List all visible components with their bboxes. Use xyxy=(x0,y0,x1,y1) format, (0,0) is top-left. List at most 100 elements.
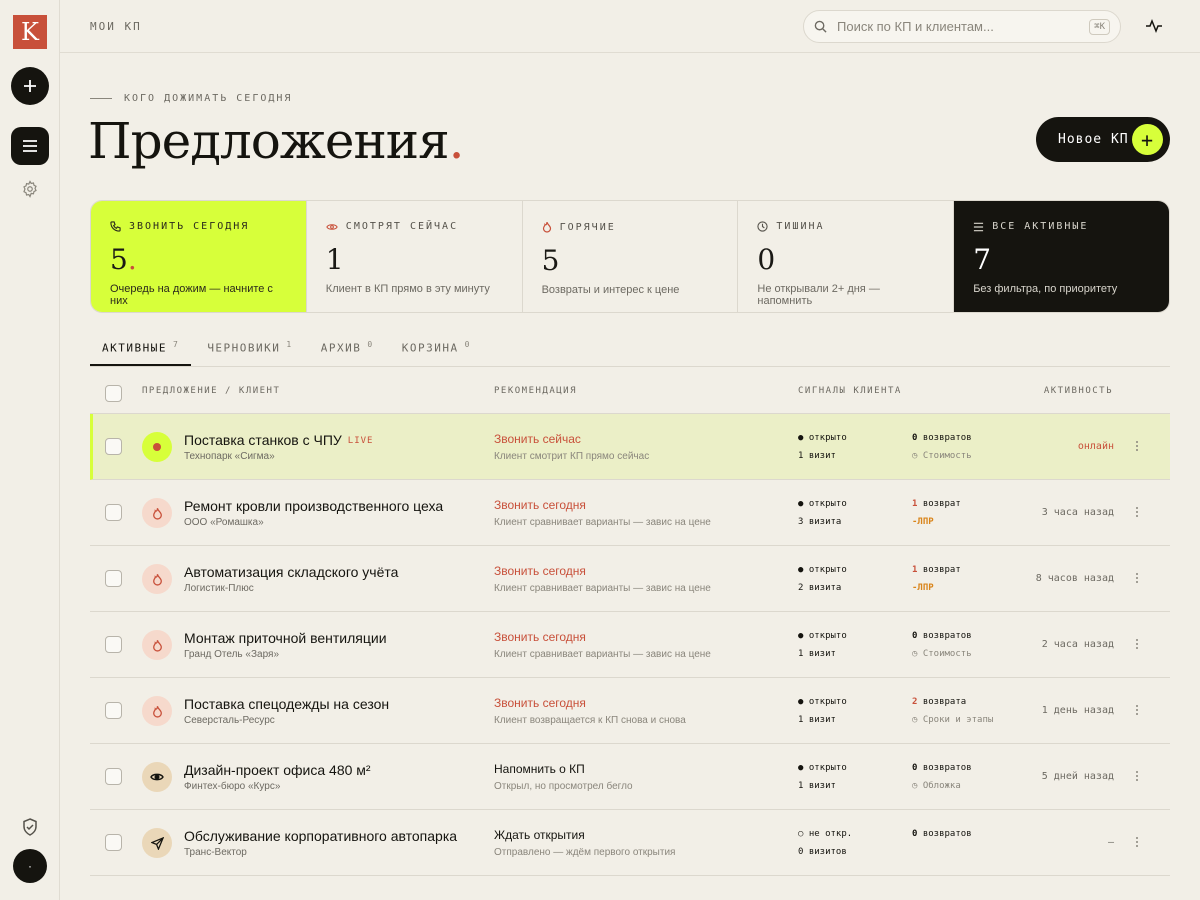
search-box[interactable]: ⌘K xyxy=(803,10,1121,43)
settings-button[interactable] xyxy=(11,170,49,208)
more-menu-icon[interactable] xyxy=(1129,700,1145,720)
open-status: ● открыто xyxy=(798,433,847,443)
plus-icon: + xyxy=(1132,124,1163,155)
row-checkbox[interactable] xyxy=(105,438,122,455)
stat-description: Возвраты и интерес к цене xyxy=(541,284,680,296)
new-proposal-label: Новое КП xyxy=(1058,132,1129,147)
search-input[interactable] xyxy=(837,19,1090,34)
open-status: ● открыто xyxy=(798,697,847,707)
tab-drafts[interactable]: ЧЕРНОВИКИ 1 xyxy=(195,330,304,366)
proposal-title-text: Ремонт кровли производственного цеха xyxy=(184,498,444,514)
return-count: 1 возврат xyxy=(912,565,961,575)
tab-label: АКТИВНЫЕ xyxy=(102,341,167,355)
page-title: Предложения. xyxy=(88,112,465,170)
return-label: возврат xyxy=(917,499,961,509)
breadcrumb[interactable]: МОИ КП xyxy=(90,20,142,33)
recommendation-detail: Клиент возвращается к КП снова и снова xyxy=(494,715,686,726)
column-header-recommendation[interactable]: РЕКОМЕНДАЦИЯ xyxy=(494,386,577,396)
more-menu-icon[interactable] xyxy=(1129,436,1145,456)
live-badge: LIVE xyxy=(347,436,374,446)
table-row[interactable]: Монтаж приточной вентиляции Гранд Отель «… xyxy=(90,612,1170,678)
proposal-title[interactable]: Обслуживание корпоративного автопарка xyxy=(184,828,457,844)
pulse-icon xyxy=(1146,18,1162,34)
row-checkbox[interactable] xyxy=(105,834,122,851)
stat-watching-now[interactable]: СМОТРЯТ СЕЙЧАС 1 Клиент в КП прямо в эту… xyxy=(306,201,523,312)
return-count: 0 возвратов xyxy=(912,763,972,773)
stat-all-active[interactable]: ВСЕ АКТИВНЫЕ 7 Без фильтра, по приоритет… xyxy=(954,201,1169,312)
open-status: ○ не откр. xyxy=(798,829,853,839)
menu-button[interactable] xyxy=(11,127,49,165)
row-checkbox[interactable] xyxy=(105,702,122,719)
table-header: ПРЕДЛОЖЕНИЕ / КЛИЕНТ РЕКОМЕНДАЦИЯ СИГНАЛ… xyxy=(90,367,1170,414)
add-button[interactable] xyxy=(11,67,49,105)
column-header-activity[interactable]: АКТИВНОСТЬ xyxy=(1044,386,1113,396)
recommendation: Звонить сегодня xyxy=(494,630,586,644)
row-checkbox[interactable] xyxy=(105,636,122,653)
fire-icon xyxy=(142,696,172,726)
stats-panel: ЗВОНИТЬ СЕГОДНЯ 5. Очередь на дожим — на… xyxy=(90,200,1170,313)
activity-time: 1 день назад xyxy=(1041,705,1114,716)
activity-button[interactable] xyxy=(1145,18,1163,39)
stat-silence[interactable]: ТИШИНА 0 Не открывали 2+ дня — напомнить xyxy=(738,201,955,312)
table-row[interactable]: Поставка спецодежды на сезон Северсталь-Р… xyxy=(90,678,1170,744)
sidebar: K · xyxy=(0,0,60,900)
tab-label: КОРЗИНА xyxy=(401,341,459,355)
more-menu-icon[interactable] xyxy=(1129,832,1145,852)
tab-trash[interactable]: КОРЗИНА 0 xyxy=(390,330,483,366)
proposal-title[interactable]: Монтаж приточной вентиляции xyxy=(184,630,387,646)
column-header-proposal[interactable]: ПРЕДЛОЖЕНИЕ / КЛИЕНТ xyxy=(142,386,280,396)
table-row[interactable]: Дизайн-проект офиса 480 м² Финтех-бюро «К… xyxy=(90,744,1170,810)
signal-detail: ◷ Стоимость xyxy=(912,649,972,659)
proposal-title[interactable]: Дизайн-проект офиса 480 м² xyxy=(184,762,371,778)
signal-detail: ◷ Сроки и этапы xyxy=(912,715,994,725)
row-checkbox[interactable] xyxy=(105,504,122,521)
fire-icon xyxy=(542,221,551,233)
shortcut-hint: ⌘K xyxy=(1089,18,1110,35)
new-proposal-button[interactable]: Новое КП + xyxy=(1036,117,1170,162)
stat-label: СМОТРЯТ СЕЙЧАС xyxy=(345,221,459,232)
logo[interactable]: K xyxy=(13,15,47,49)
recommendation-detail: Отправлено — ждём первого открытия xyxy=(494,847,676,858)
proposal-title[interactable]: Ремонт кровли производственного цеха xyxy=(184,498,443,514)
more-menu-icon[interactable] xyxy=(1129,634,1145,654)
fire-icon xyxy=(142,498,172,528)
security-button[interactable] xyxy=(11,808,49,846)
recommendation-detail: Клиент сравнивает варианты — завис на це… xyxy=(494,517,711,528)
column-header-signals[interactable]: СИГНАЛЫ КЛИЕНТА xyxy=(798,386,902,396)
stat-hot[interactable]: ГОРЯЧИЕ 5 Возвраты и интерес к цене xyxy=(522,201,739,312)
menu-icon xyxy=(23,140,37,152)
tab-label: АРХИВ xyxy=(320,341,362,355)
tabs: АКТИВНЫЕ 7 ЧЕРНОВИКИ 1 АРХИВ 0 КОРЗИНА 0 xyxy=(90,330,1170,367)
tab-archive[interactable]: АРХИВ 0 xyxy=(309,330,386,366)
more-menu-icon[interactable] xyxy=(1129,568,1145,588)
table-row[interactable]: Автоматизация складского учёта Логистик-П… xyxy=(90,546,1170,612)
more-menu-icon[interactable] xyxy=(1129,766,1145,786)
avatar[interactable]: · xyxy=(13,849,47,883)
table-row[interactable]: Обслуживание корпоративного автопарка Тра… xyxy=(90,810,1170,876)
tab-active[interactable]: АКТИВНЫЕ 7 xyxy=(90,330,192,366)
table-row[interactable]: Ремонт кровли производственного цеха ООО … xyxy=(90,480,1170,546)
tab-count: 0 xyxy=(464,340,471,349)
signal-detail: -ЛПР xyxy=(912,517,934,527)
row-checkbox[interactable] xyxy=(105,570,122,587)
more-menu-icon[interactable] xyxy=(1129,502,1145,522)
eye-icon xyxy=(142,762,172,792)
proposal-title[interactable]: Автоматизация складского учёта xyxy=(184,564,398,580)
fire-icon xyxy=(142,630,172,660)
recommendation-detail: Клиент сравнивает варианты — завис на це… xyxy=(494,583,711,594)
stat-call-today[interactable]: ЗВОНИТЬ СЕГОДНЯ 5. Очередь на дожим — на… xyxy=(91,201,307,312)
table-row[interactable]: Поставка станков с ЧПУ LIVE Технопарк «Сиг… xyxy=(90,414,1170,480)
proposal-title[interactable]: Поставка спецодежды на сезон xyxy=(184,696,389,712)
return-count: 1 возврат xyxy=(912,499,961,509)
return-count: 0 возвратов xyxy=(912,433,972,443)
proposal-title[interactable]: Поставка станков с ЧПУ LIVE xyxy=(184,432,373,448)
visit-count: 0 визитов xyxy=(798,847,847,857)
return-count: 0 возвратов xyxy=(912,829,972,839)
topbar: МОИ КП ⌘K xyxy=(60,0,1200,53)
return-label: возвратов xyxy=(917,763,972,773)
select-all-checkbox[interactable] xyxy=(105,385,122,402)
visit-count: 2 визита xyxy=(798,583,842,593)
stat-description: Клиент в КП прямо в эту минуту xyxy=(325,283,490,295)
row-checkbox[interactable] xyxy=(105,768,122,785)
proposal-title-text: Обслуживание корпоративного автопарка xyxy=(184,828,458,844)
